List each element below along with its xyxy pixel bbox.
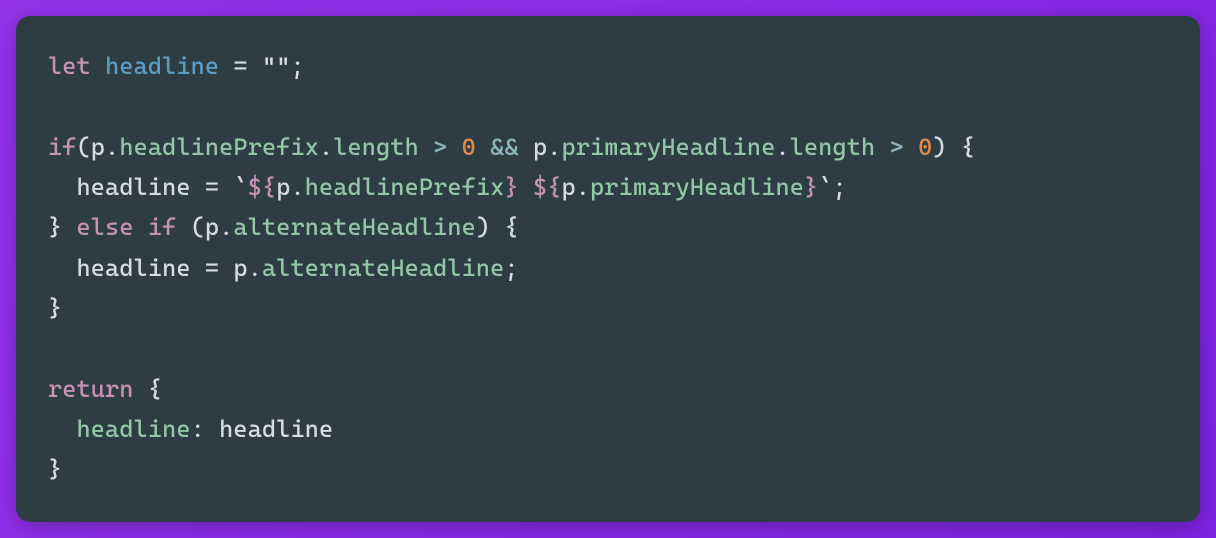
code-card: let headline = ""; if(p.headlinePrefix.l…	[16, 16, 1200, 522]
keyword-return: return	[48, 375, 134, 403]
t-close: ) {	[476, 213, 519, 241]
t-open: (p.	[77, 133, 120, 161]
t-prop: length	[790, 133, 876, 161]
t-semi: ;	[504, 254, 518, 282]
t-prop: primaryHeadline	[562, 133, 776, 161]
t-prop: headlinePrefix	[305, 173, 505, 201]
t-prop: primaryHeadline	[590, 173, 804, 201]
t-close: }	[48, 213, 77, 241]
code-block: let headline = ""; if(p.headlinePrefix.l…	[48, 46, 1168, 489]
t-indent	[48, 254, 77, 282]
t-indent	[48, 415, 77, 443]
t-tick: `	[818, 173, 832, 201]
t-open: (p.	[176, 213, 233, 241]
t-semi: ;	[291, 52, 305, 80]
t-num: 0	[462, 133, 476, 161]
t-op: >	[875, 133, 918, 161]
keyword-if: if	[48, 133, 77, 161]
var-headline: headline	[105, 52, 219, 80]
keyword-let: let	[48, 52, 91, 80]
t-close: ) {	[932, 133, 975, 161]
t-interp: ${	[248, 173, 277, 201]
t-var: headline	[77, 254, 191, 282]
t-close: }	[48, 294, 62, 322]
t-indent	[48, 173, 77, 201]
t-op: >	[419, 133, 462, 161]
t-str: ""	[262, 52, 291, 80]
t-id: p.	[276, 173, 305, 201]
t-prop: headlinePrefix	[119, 133, 319, 161]
t-id: p.	[562, 173, 591, 201]
t-var: headline	[77, 173, 191, 201]
keyword-else: else	[77, 213, 134, 241]
t-colon: :	[191, 415, 220, 443]
t-space	[519, 173, 533, 201]
t-prop: alternateHeadline	[233, 213, 475, 241]
t-prop: alternateHeadline	[262, 254, 504, 282]
t-id: p.	[533, 133, 562, 161]
t-eq: =	[219, 52, 262, 80]
t-eq: =	[191, 173, 234, 201]
t-interp: }	[804, 173, 818, 201]
t-close: }	[48, 455, 62, 483]
t-val: headline	[219, 415, 333, 443]
t-dot: .	[319, 133, 333, 161]
t-prop: length	[333, 133, 419, 161]
t-key: headline	[77, 415, 191, 443]
keyword-if: if	[148, 213, 177, 241]
t-tick: `	[233, 173, 247, 201]
t-eq: = p.	[191, 254, 262, 282]
t-sp	[134, 213, 148, 241]
t-op: &&	[476, 133, 533, 161]
t-interp: }	[504, 173, 518, 201]
t-open: {	[134, 375, 163, 403]
t-num: 0	[918, 133, 932, 161]
t-dot: .	[775, 133, 789, 161]
t-semi: ;	[833, 173, 847, 201]
t-interp: ${	[533, 173, 562, 201]
